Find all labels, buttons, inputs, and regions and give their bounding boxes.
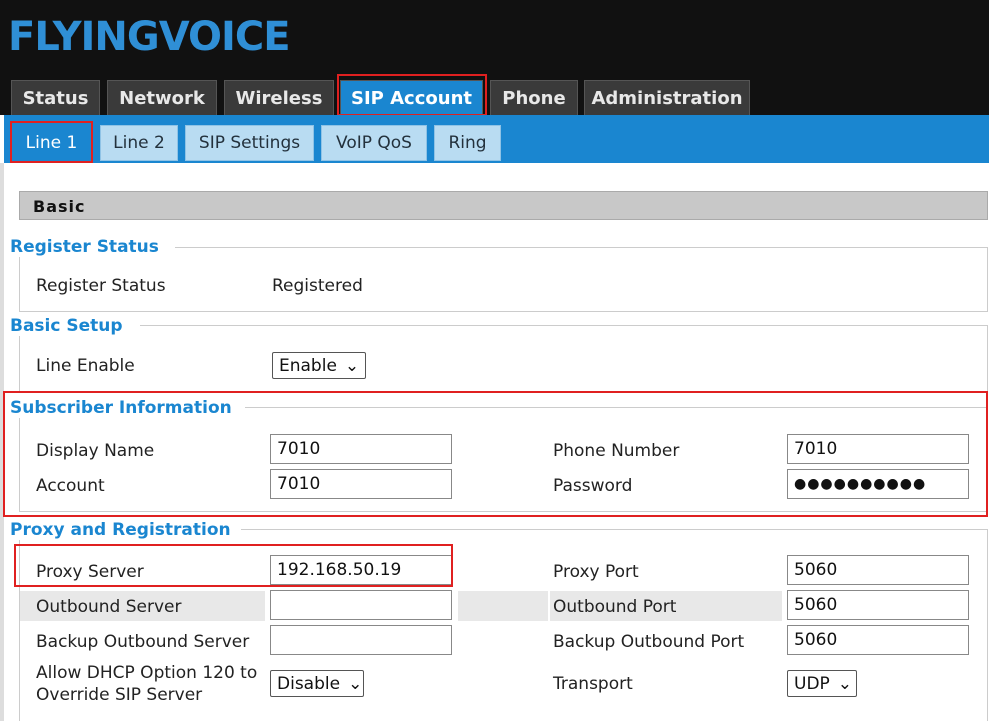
outbound-spacer-bg [458, 591, 548, 621]
transport-select[interactable]: UDP ⌄ [787, 670, 857, 697]
outbound-server-label: Outbound Server [36, 597, 182, 617]
subtab-voip-qos[interactable]: VoIP QoS [321, 125, 427, 161]
proxy-server-input[interactable] [270, 555, 452, 585]
basic-header: Basic [19, 191, 988, 220]
outbound-port-input[interactable] [787, 590, 969, 620]
chevron-down-icon: ⌄ [348, 673, 363, 694]
transport-value: UDP [794, 673, 830, 694]
proxy-port-input[interactable] [787, 555, 969, 585]
chevron-down-icon: ⌄ [344, 355, 360, 376]
display-name-label: Display Name [36, 441, 155, 461]
subscriber-title: Subscriber Information [10, 398, 242, 418]
tab-phone[interactable]: Phone [490, 80, 578, 115]
proxy-title: Proxy and Registration [10, 520, 241, 540]
line-enable-select[interactable]: Enable ⌄ [272, 352, 366, 379]
flyingvoice-logo: FLYINGVOICE [8, 14, 291, 60]
register-status-line [175, 247, 988, 248]
dhcp-option-label-line2: Override SIP Server [36, 685, 203, 705]
subtab-ring[interactable]: Ring [434, 125, 501, 161]
proxy-port-label: Proxy Port [553, 562, 639, 582]
line-enable-value: Enable [279, 355, 337, 376]
password-input[interactable] [787, 469, 969, 499]
basic-setup-title: Basic Setup [10, 316, 133, 336]
tab-sip-account[interactable]: SIP Account [340, 80, 483, 115]
outbound-server-input[interactable] [270, 590, 452, 620]
tab-administration[interactable]: Administration [584, 80, 750, 115]
display-name-input[interactable] [270, 434, 452, 464]
subscriber-line [245, 407, 988, 408]
line-enable-label: Line Enable [36, 356, 135, 376]
account-input[interactable] [270, 469, 452, 499]
proxy-line [226, 529, 988, 530]
outbound-port-label: Outbound Port [553, 597, 677, 617]
password-label: Password [553, 476, 633, 496]
chevron-down-icon: ⌄ [837, 673, 853, 694]
phone-number-label: Phone Number [553, 441, 680, 461]
transport-label: Transport [553, 674, 633, 694]
subtab-line-2[interactable]: Line 2 [100, 125, 178, 161]
proxy-server-label: Proxy Server [36, 562, 144, 582]
backup-outbound-port-label: Backup Outbound Port [553, 632, 745, 652]
tab-network[interactable]: Network [107, 80, 217, 115]
basic-header-label: Basic [33, 197, 86, 216]
backup-outbound-server-input[interactable] [270, 625, 452, 655]
register-status-title: Register Status [10, 237, 169, 257]
register-status-value: Registered [272, 276, 363, 296]
left-border [0, 163, 4, 721]
dhcp-option-select[interactable]: Disable ⌄ [270, 670, 364, 697]
tab-status[interactable]: Status [11, 80, 100, 115]
basic-setup-line [140, 325, 988, 326]
register-status-label: Register Status [36, 276, 166, 296]
subtab-line-1[interactable]: Line 1 [14, 125, 89, 161]
backup-outbound-port-input[interactable] [787, 625, 969, 655]
dhcp-option-value: Disable [277, 673, 341, 694]
tab-wireless[interactable]: Wireless [224, 80, 334, 115]
backup-outbound-server-label: Backup Outbound Server [36, 632, 250, 652]
dhcp-option-label-line1: Allow DHCP Option 120 to [36, 663, 258, 683]
subtab-sip-settings[interactable]: SIP Settings [185, 125, 314, 161]
account-label: Account [36, 476, 105, 496]
basic-setup-fieldset [19, 325, 988, 392]
phone-number-input[interactable] [787, 434, 969, 464]
